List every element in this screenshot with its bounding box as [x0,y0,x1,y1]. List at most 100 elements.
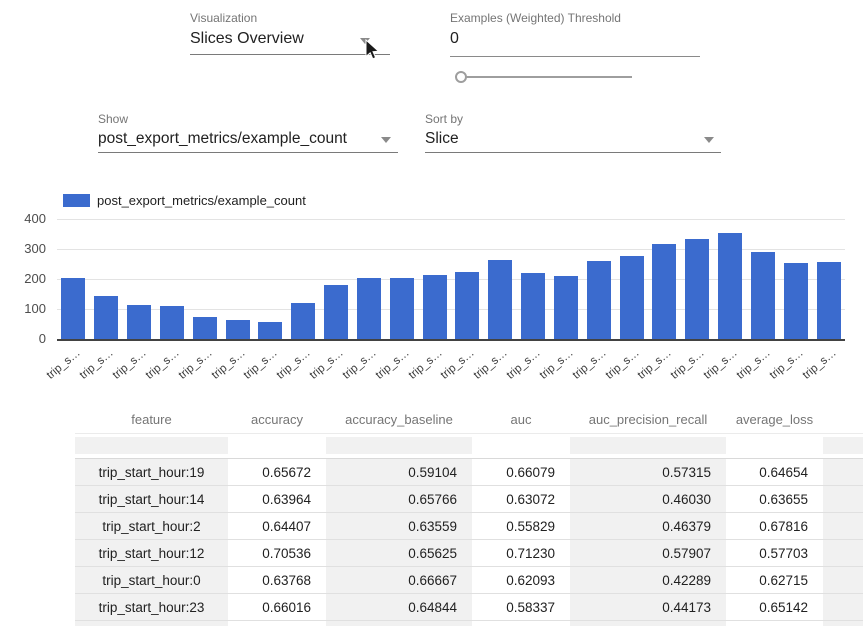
column-header-auc[interactable]: auc [472,402,570,434]
bar[interactable] [587,261,611,339]
column-header-average_loss[interactable]: average_loss [726,402,823,434]
threshold-value: 0 [450,30,459,47]
y-axis-tick-label: 300 [6,241,46,256]
threshold-input[interactable]: 0 [450,30,700,48]
cell-auc_precision_recall: 0.46379 [570,513,726,540]
bar[interactable] [751,252,775,339]
table-row[interactable]: trip_start_hour:230.660160.648440.583370… [75,594,863,621]
column-filter-input[interactable] [472,434,570,459]
cell-partial [228,621,326,626]
column-filter-input[interactable] [326,434,472,459]
x-axis-line [57,339,845,341]
cell-accuracy_baseline: 0.65625 [326,540,472,567]
visualization-select[interactable]: Slices Overview [190,30,390,48]
filter-box[interactable] [823,437,863,454]
table-row[interactable]: trip_start_hour:140.639640.657660.630720… [75,486,863,513]
column-filter-input[interactable] [726,434,823,459]
cell-accuracy: 0.63964 [228,486,326,513]
filter-box[interactable] [75,437,228,454]
bar[interactable] [291,303,315,339]
cell-partial [570,621,726,626]
legend-label: post_export_metrics/example_count [97,193,306,208]
cell-auc_precision_recall: 0.42289 [570,567,726,594]
cell-partial [75,621,228,626]
show-select[interactable]: post_export_metrics/example_count [98,130,398,148]
bar[interactable] [718,233,742,339]
bar[interactable] [652,244,676,339]
column-filter-input[interactable] [570,434,726,459]
cell-average_loss: 0.57703 [726,540,823,567]
bar[interactable] [226,320,250,339]
filter-box[interactable] [472,437,570,454]
chevron-down-icon[interactable] [381,137,391,143]
bar[interactable] [61,278,85,340]
column-header-feature[interactable]: feature [75,402,228,434]
bar[interactable] [455,272,479,339]
cell-overflow [823,486,863,513]
visualization-value: Slices Overview [190,30,304,47]
legend-swatch-icon [63,194,90,207]
bar[interactable] [160,306,184,339]
show-value: post_export_metrics/example_count [98,130,347,147]
show-label: Show [98,110,128,128]
cell-auc: 0.71230 [472,540,570,567]
filter-box[interactable] [228,437,326,454]
cell-accuracy_baseline: 0.64844 [326,594,472,621]
column-header-accuracy[interactable]: accuracy [228,402,326,434]
cell-average_loss: 0.67816 [726,513,823,540]
bar[interactable] [127,305,151,339]
table-row[interactable]: trip_start_hour:190.656720.591040.660790… [75,459,863,486]
chevron-down-icon[interactable] [704,137,714,143]
bar[interactable] [258,322,282,339]
bar[interactable] [324,285,348,339]
table-body: trip_start_hour:190.656720.591040.660790… [75,459,863,626]
column-filter-input[interactable] [823,434,863,459]
cell-auc_precision_recall: 0.46030 [570,486,726,513]
cell-overflow [823,459,863,486]
table-row[interactable]: trip_start_hour:20.644070.635590.558290.… [75,513,863,540]
cell-feature: trip_start_hour:19 [75,459,228,486]
cell-partial [472,621,570,626]
bar[interactable] [784,263,808,339]
cell-average_loss: 0.65142 [726,594,823,621]
bar[interactable] [817,262,841,339]
bar[interactable] [521,273,545,339]
table-filter-row [75,434,863,459]
threshold-slider[interactable] [461,76,632,78]
bar[interactable] [423,275,447,339]
cell-auc_precision_recall: 0.57315 [570,459,726,486]
y-axis-tick-label: 200 [6,271,46,286]
cell-average_loss: 0.62715 [726,567,823,594]
slider-handle-icon[interactable] [455,71,467,83]
filter-box[interactable] [570,437,726,454]
table-header-row: featureaccuracyaccuracy_baselineaucauc_p… [75,402,863,434]
bar[interactable] [488,260,512,339]
cell-overflow [823,513,863,540]
y-axis-tick-label: 100 [6,301,46,316]
show-underline [98,152,398,153]
bar[interactable] [620,256,644,339]
chevron-down-icon[interactable] [360,38,370,44]
column-filter-input[interactable] [75,434,228,459]
cell-accuracy_baseline: 0.59104 [326,459,472,486]
bar[interactable] [357,278,381,340]
sort-by-select[interactable]: Slice [425,130,721,148]
threshold-underline [450,56,700,57]
column-header-auc_precision_recall[interactable]: auc_precision_recall [570,402,726,434]
cell-feature: trip_start_hour:14 [75,486,228,513]
cell-auc_precision_recall: 0.57907 [570,540,726,567]
filter-box[interactable] [726,437,823,454]
bar[interactable] [94,296,118,339]
cell-auc: 0.58337 [472,594,570,621]
visualization-underline [190,54,390,55]
bar[interactable] [193,317,217,339]
bar[interactable] [554,276,578,339]
table-row[interactable]: trip_start_hour:00.637680.666670.620930.… [75,567,863,594]
table-row[interactable]: trip_start_hour:120.705360.656250.712300… [75,540,863,567]
column-filter-input[interactable] [228,434,326,459]
filter-box[interactable] [326,437,472,454]
bar[interactable] [685,239,709,339]
table-row-partial [75,621,863,626]
bar[interactable] [390,278,414,339]
column-header-accuracy_baseline[interactable]: accuracy_baseline [326,402,472,434]
